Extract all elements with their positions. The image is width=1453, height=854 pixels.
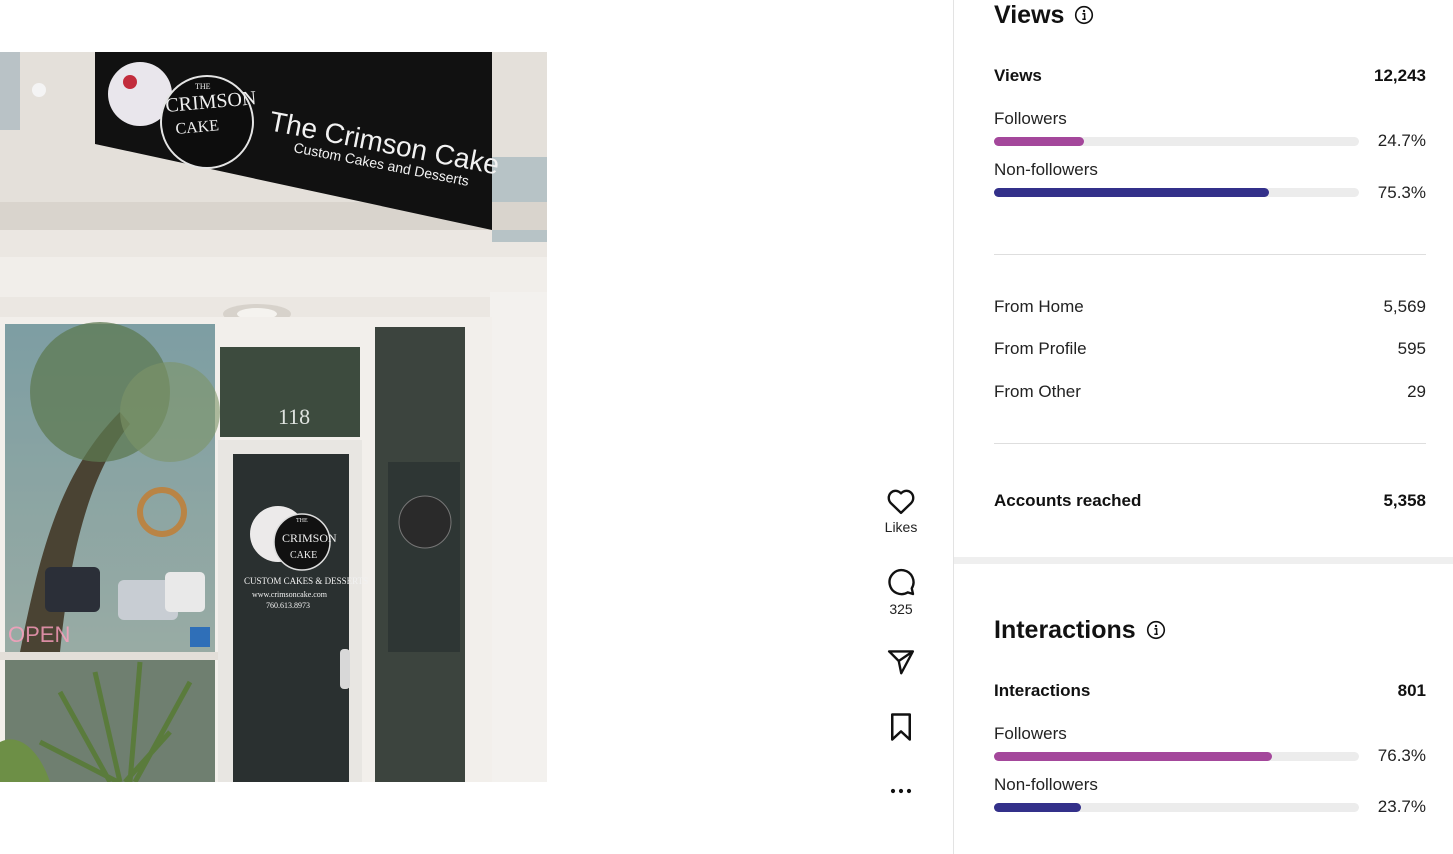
- source-label-other: From Other: [994, 382, 1081, 401]
- source-value-home: 5,569: [1383, 297, 1426, 316]
- views-followers-bar-fill: [994, 137, 1085, 146]
- accounts-reached-row: Accounts reached 5,358: [994, 491, 1426, 511]
- interactions-nonfollowers-label: Non-followers: [994, 775, 1098, 794]
- door-number: 118: [278, 404, 310, 429]
- likes-label: Likes: [884, 519, 918, 535]
- interactions-total-label: Interactions: [994, 681, 1091, 700]
- more-options-button[interactable]: [860, 780, 942, 802]
- door-text-line2: www.crimsoncake.com: [252, 590, 328, 599]
- insights-panel: Views Views 12,243 Followers 24.7% Non-f…: [953, 0, 1453, 854]
- door-logo-line2: CRIMSON: [282, 531, 337, 545]
- views-total-row: Views 12,243: [994, 66, 1426, 86]
- views-nonfollowers-bar-fill: [994, 188, 1269, 197]
- views-total-label: Views: [994, 66, 1042, 85]
- views-nonfollowers-bar: [994, 188, 1359, 197]
- section-separator: [954, 557, 1453, 564]
- heart-icon: [860, 487, 942, 515]
- more-icon: [860, 780, 942, 802]
- info-icon[interactable]: [1146, 620, 1166, 640]
- source-value-other: 29: [1407, 382, 1426, 401]
- views-total-value: 12,243: [1374, 66, 1426, 85]
- interactions-followers-label: Followers: [994, 724, 1067, 743]
- source-label-profile: From Profile: [994, 339, 1087, 358]
- divider: [994, 254, 1426, 255]
- interactions-nonfollowers-pct: 23.7%: [1377, 797, 1426, 816]
- paper-plane-icon: [860, 647, 942, 677]
- views-nonfollowers-label: Non-followers: [994, 160, 1098, 179]
- views-source-row: From Other 29: [994, 382, 1426, 402]
- source-label-home: From Home: [994, 297, 1084, 316]
- views-nonfollowers-pct: 75.3%: [1377, 183, 1426, 202]
- interactions-followers-pct: 76.3%: [1377, 746, 1426, 765]
- sign-logo-line1: THE: [195, 82, 211, 91]
- comments-count: 325: [889, 601, 913, 617]
- like-button[interactable]: Likes: [860, 487, 942, 535]
- views-title: Views: [994, 0, 1065, 29]
- door-text-line3: 760.613.8973: [266, 601, 310, 610]
- interactions-total-row: Interactions 801: [994, 681, 1426, 701]
- comment-button[interactable]: 325: [860, 567, 942, 617]
- door-text-line1: CUSTOM CAKES & DESSERTS: [244, 576, 368, 586]
- views-source-row: From Profile 595: [994, 339, 1426, 359]
- accounts-reached-value: 5,358: [1383, 491, 1426, 510]
- interactions-nonfollowers-bar-fill: [994, 803, 1081, 812]
- door-logo-line1: THE: [296, 518, 308, 524]
- comment-icon: [860, 567, 942, 597]
- open-sign: OPEN: [8, 622, 70, 647]
- views-heading: Views: [994, 0, 1094, 30]
- views-followers-pct: 24.7%: [1377, 131, 1426, 150]
- share-button[interactable]: [860, 647, 942, 677]
- info-icon[interactable]: [1074, 5, 1094, 25]
- interactions-total-value: 801: [1397, 681, 1426, 700]
- source-value-profile: 595: [1397, 339, 1426, 358]
- accounts-reached-label: Accounts reached: [994, 491, 1142, 510]
- views-followers-label: Followers: [994, 109, 1067, 128]
- divider: [994, 443, 1426, 444]
- save-button[interactable]: [860, 712, 942, 742]
- views-followers-bar: [994, 137, 1359, 146]
- interactions-nonfollowers-bar: [994, 803, 1359, 812]
- post-photo: THE CRIMSON CAKE The Crimson Cake Custom…: [0, 52, 547, 782]
- door-logo-line3: CAKE: [290, 550, 317, 561]
- views-source-row: From Home 5,569: [994, 297, 1426, 317]
- interactions-heading: Interactions: [994, 615, 1166, 645]
- interactions-title: Interactions: [994, 615, 1136, 644]
- interactions-followers-bar: [994, 752, 1359, 761]
- interactions-followers-bar-fill: [994, 752, 1273, 761]
- bookmark-icon: [860, 712, 942, 742]
